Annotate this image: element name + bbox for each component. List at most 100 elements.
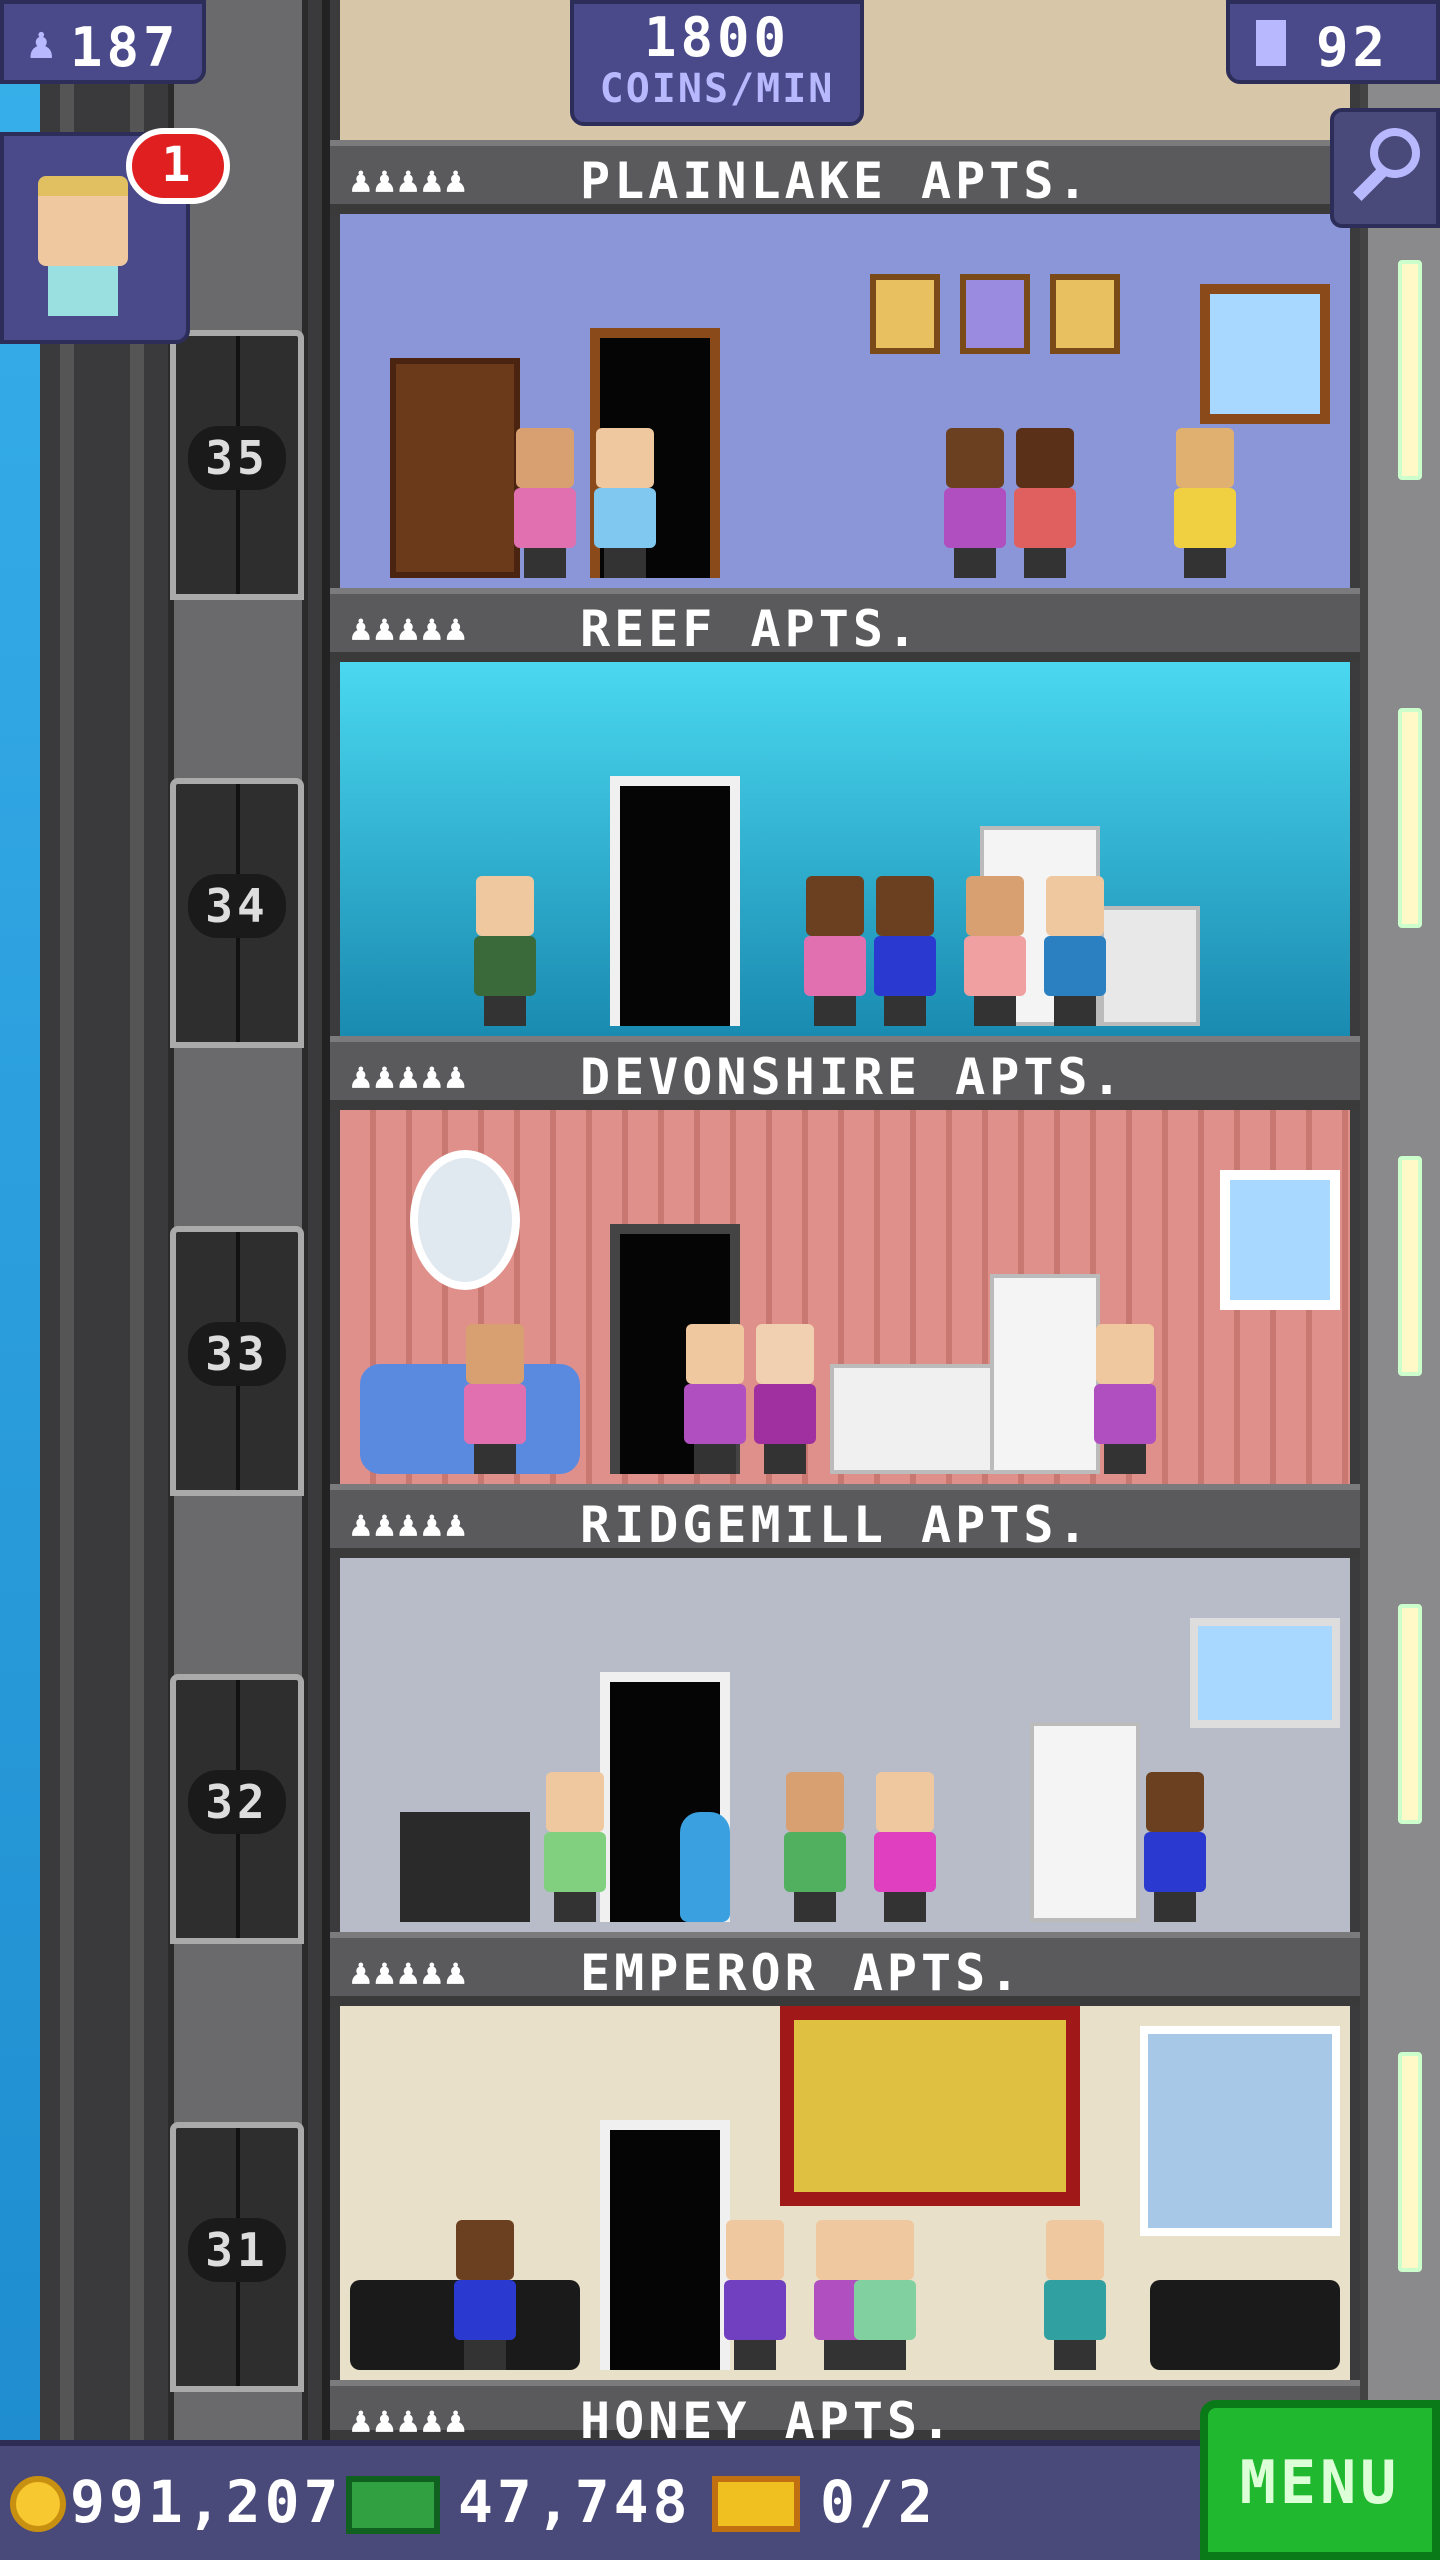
floor-emperor[interactable]: ♟♟♟♟♟ EMPEROR APTS. <box>330 1932 1360 2380</box>
resident[interactable] <box>1090 1324 1160 1474</box>
elevator-rail <box>130 0 144 2440</box>
resident[interactable] <box>940 428 1010 578</box>
elevator-floor-number: 32 <box>188 1770 286 1834</box>
elevator-door-31[interactable]: 31 <box>170 2122 304 2392</box>
coins-rate-value: 1800 <box>643 6 791 69</box>
tower-right-wall <box>1360 0 1440 2440</box>
resident[interactable] <box>720 2220 790 2370</box>
floors-value: 92 <box>1316 16 1390 79</box>
floor-plainlake[interactable]: ♟♟♟♟♟ PLAINLAKE APTS. <box>330 140 1360 588</box>
building-icon <box>1252 16 1290 70</box>
elevator-floor-number: 35 <box>188 426 286 490</box>
resident[interactable] <box>450 2220 520 2370</box>
resident[interactable] <box>680 1324 750 1474</box>
vase <box>680 1812 730 1922</box>
mirror <box>410 1150 520 1290</box>
resident[interactable] <box>800 876 870 1026</box>
resident[interactable] <box>510 428 580 578</box>
floor-name: RIDGEMILL APTS. <box>580 1496 1092 1554</box>
floor-label: ♟♟♟♟♟ RIDGEMILL APTS. <box>330 1484 1360 1558</box>
resident[interactable] <box>780 1772 850 1922</box>
sofa <box>1150 2280 1340 2370</box>
resident[interactable] <box>540 1772 610 1922</box>
resident[interactable] <box>1010 428 1080 578</box>
window <box>1140 2026 1340 2236</box>
floor-residents-icons: ♟♟♟♟♟ <box>350 608 469 649</box>
room-ridgemill <box>340 1558 1350 1932</box>
bookshelf <box>390 358 520 578</box>
wall-light <box>1398 2052 1422 2272</box>
magnifier-handle <box>1353 167 1387 201</box>
visitor-body <box>48 266 118 316</box>
floor-label: ♟♟♟♟♟ PLAINLAKE APTS. <box>330 140 1360 214</box>
fridge <box>1030 1722 1140 1922</box>
resident[interactable] <box>850 2220 920 2370</box>
door <box>610 776 740 1026</box>
coin-icon <box>10 2476 66 2532</box>
floor-residents-icons: ♟♟♟♟♟ <box>350 1056 469 1097</box>
zoom-button[interactable] <box>1330 108 1440 228</box>
room-plainlake <box>340 214 1350 588</box>
resident[interactable] <box>1040 876 1110 1026</box>
population-value: 187 <box>70 16 180 79</box>
coins-rate-unit: COINS/MIN <box>599 66 835 112</box>
window <box>1220 1170 1340 1310</box>
floor-name: REEF APTS. <box>580 600 922 658</box>
notification-badge: 1 <box>126 128 230 204</box>
resident[interactable] <box>460 1324 530 1474</box>
floor-name: EMPEROR APTS. <box>580 1944 1024 2002</box>
wall-light <box>1398 260 1422 480</box>
resident[interactable] <box>1140 1772 1210 1922</box>
resident[interactable] <box>590 428 660 578</box>
resident[interactable] <box>870 1772 940 1922</box>
picture-frame <box>870 274 940 354</box>
resident[interactable] <box>470 876 540 1026</box>
elevator-floor-number: 31 <box>188 2218 286 2282</box>
floor-reef[interactable]: ♟♟♟♟♟ REEF APTS. <box>330 588 1360 1036</box>
floor-residents-icons: ♟♟♟♟♟ <box>350 2400 469 2441</box>
wall-light <box>1398 1604 1422 1824</box>
floor-residents-icons: ♟♟♟♟♟ <box>350 1504 469 1545</box>
resident[interactable] <box>960 876 1030 1026</box>
floor-label: ♟♟♟♟♟ EMPEROR APTS. <box>330 1932 1360 2006</box>
elevator-rail <box>60 0 74 2440</box>
counter <box>830 1364 1000 1474</box>
fridge <box>990 1274 1100 1474</box>
wall-light <box>1398 1156 1422 1376</box>
resident[interactable] <box>1170 428 1240 578</box>
curtained-display <box>780 2006 1080 2206</box>
bux-icon <box>346 2476 440 2534</box>
elevator-door-35[interactable]: 35 <box>170 330 304 600</box>
floor-residents-icons: ♟♟♟♟♟ <box>350 160 469 201</box>
tickets-value: 0/2 <box>820 2468 937 2536</box>
floor-label: ♟♟♟♟♟ REEF APTS. <box>330 588 1360 662</box>
picture-frame <box>960 274 1030 354</box>
floor-ridgemill[interactable]: ♟♟♟♟♟ RIDGEMILL APTS. <box>330 1484 1360 1932</box>
floor-residents-icons: ♟♟♟♟♟ <box>350 1952 469 1993</box>
floor-counter[interactable]: 92 <box>1226 0 1440 84</box>
elevator-floor-number: 33 <box>188 1322 286 1386</box>
elevator-floor-number: 34 <box>188 874 286 938</box>
tower: ♟♟♟♟♟ PLAINLAKE APTS. ♟♟♟♟♟ REEF APTS. ♟… <box>330 0 1360 2450</box>
room-reef <box>340 662 1350 1036</box>
room-emperor <box>340 2006 1350 2380</box>
coins-value: 991,207 <box>70 2468 343 2536</box>
elevator-door-32[interactable]: 32 <box>170 1674 304 1944</box>
window <box>1190 1618 1340 1728</box>
resident[interactable] <box>750 1324 820 1474</box>
elevator-door-34[interactable]: 34 <box>170 778 304 1048</box>
visitor-avatar <box>38 176 128 266</box>
resident[interactable] <box>870 876 940 1026</box>
floor-label: ♟♟♟♟♟ DEVONSHIRE APTS. <box>330 1036 1360 1110</box>
floor-devonshire[interactable]: ♟♟♟♟♟ DEVONSHIRE APTS. <box>330 1036 1360 1484</box>
picture-frame <box>1050 274 1120 354</box>
menu-button[interactable]: MENU <box>1200 2400 1440 2560</box>
ticket-icon <box>712 2476 800 2532</box>
resident[interactable] <box>1040 2220 1110 2370</box>
elevator-door-33[interactable]: 33 <box>170 1226 304 1496</box>
wall-light <box>1398 708 1422 928</box>
bux-value: 47,748 <box>458 2468 692 2536</box>
person-icon: ♟ <box>28 18 55 69</box>
window <box>1200 284 1330 424</box>
population-counter[interactable]: ♟ 187 <box>0 0 206 84</box>
